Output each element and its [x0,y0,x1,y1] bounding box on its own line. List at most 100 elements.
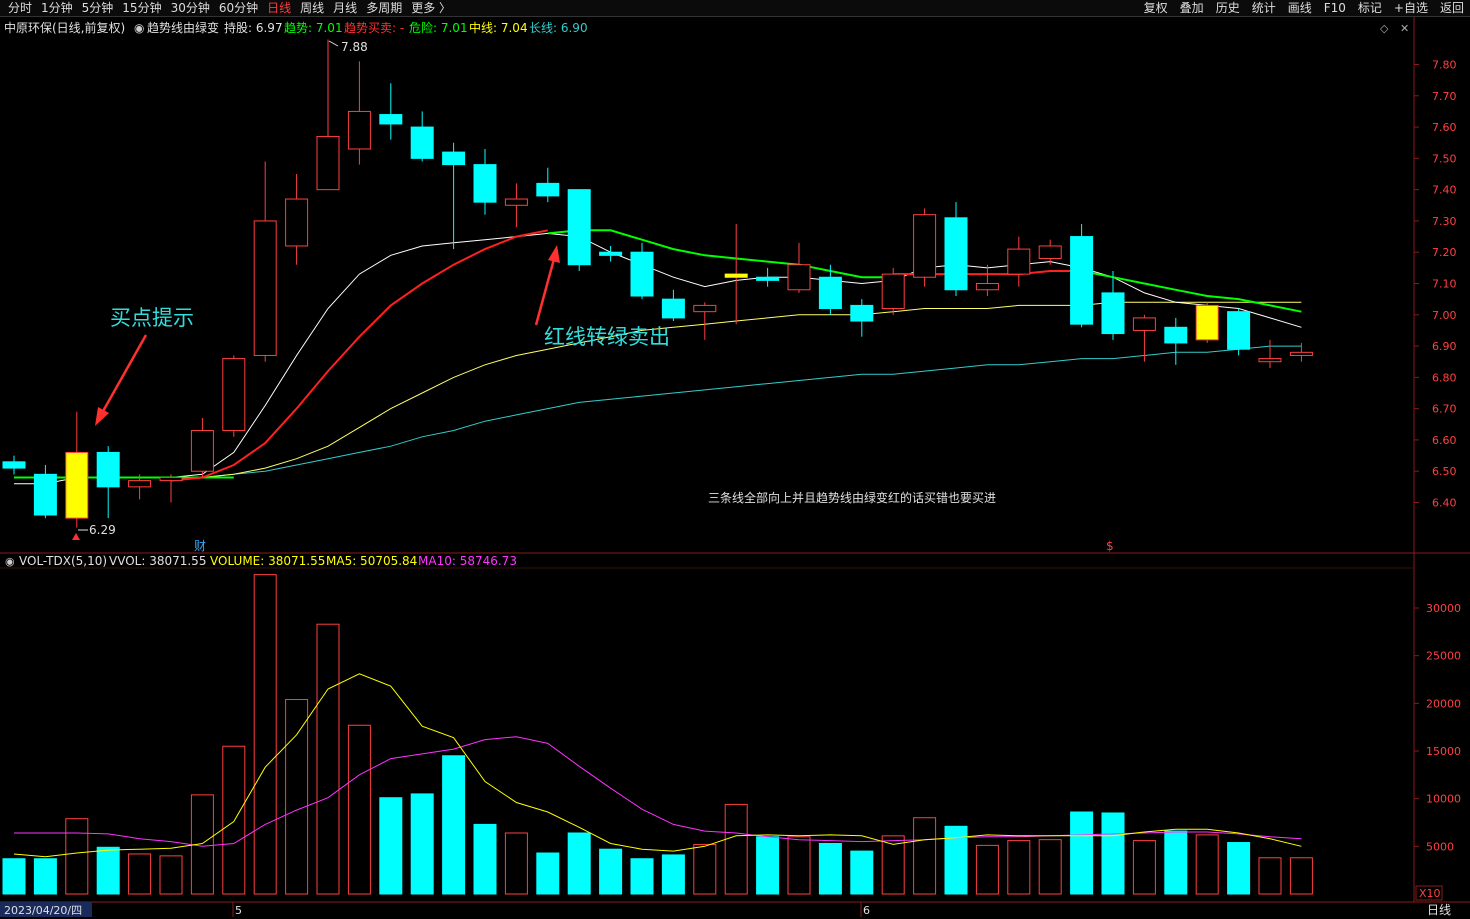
chart-frame [0,17,1470,903]
period-tab-2[interactable]: 5分钟 [82,0,114,16]
period-tab-7[interactable]: 周线 [300,0,324,16]
period-tab-6[interactable]: 日线 [267,0,291,16]
volume-bar-36 [1132,840,1156,895]
candle-body [65,451,89,519]
volume-bar-15 [473,823,497,895]
action-button-1[interactable]: 叠加 [1180,0,1204,16]
candle-7 [222,355,246,437]
period-tab-4[interactable]: 30分钟 [171,0,210,16]
volume-header: ◉ VOL-TDX(5,10) VVOL: 38071.55 VOLUME: 3… [5,554,517,568]
action-button-6[interactable]: 标记 [1358,0,1382,16]
volume-bar-41 [1289,857,1313,895]
volume-bar-13 [410,793,434,895]
candle-body [1227,311,1251,350]
period-tab-8[interactable]: 月线 [333,0,357,16]
dividend-marker[interactable]: $ [1106,539,1114,553]
volume-bar-14 [442,755,466,895]
candle-body [881,273,905,310]
action-button-0[interactable]: 复权 [1144,0,1168,16]
period-tab-10[interactable]: 更多 〉 [411,0,451,16]
candle-body [1101,292,1125,335]
candle-body [1132,317,1156,331]
volume-collapse-icon[interactable]: ◉ [5,555,15,568]
period-tab-9[interactable]: 多周期 [366,0,402,16]
volume-bar-31 [975,844,999,895]
period-tab-3[interactable]: 15分钟 [122,0,161,16]
candle-body [2,461,26,469]
volume-bar-39 [1227,842,1251,895]
candle-body [756,276,780,281]
candle-body [787,264,811,291]
candle-body [347,110,371,150]
volume-bar-16 [504,832,528,895]
candle-body [473,164,497,203]
period-tabs: 分时 1分钟 5分钟 15分钟 30分钟 60分钟 日线 周线 月线 多周期 更多 〉 [8,0,460,16]
action-button-4[interactable]: 画线 [1288,0,1312,16]
candle-body [1258,358,1282,363]
volume-bar-10 [316,623,340,895]
candle-body [379,114,403,125]
month-label-6: 6 [863,904,870,917]
volume-tick-label-1: 25000 [1426,650,1461,663]
candle-body [536,182,560,197]
candle-body [599,251,623,256]
volume-bar-27 [850,850,874,895]
price-tick-label-8: 7.00 [1432,309,1457,322]
price-tick-label-5: 7.30 [1432,215,1457,228]
volume-tick-label-3: 15000 [1426,745,1461,758]
stock-name: 中原环保(日线,前复权) [4,20,125,35]
action-button-7[interactable]: +自选 [1394,0,1428,16]
price-tick-label-0: 7.80 [1432,59,1457,72]
volume-bar-32 [1007,840,1031,895]
finance-marker[interactable]: 财 [194,539,206,553]
price-tick-label-3: 7.50 [1432,152,1457,165]
volume-bar-26 [818,842,842,895]
long-label: 长线: 6.90 [529,21,588,35]
period-tab-0[interactable]: 分时 [8,0,32,16]
action-button-8[interactable]: 返回 [1440,0,1464,16]
candle-34 [1070,224,1094,328]
buy-hint-text: 买点提示 [110,306,194,330]
price-tick-label-10: 6.80 [1432,371,1457,384]
diamond-icon[interactable]: ◇ [1380,22,1389,35]
price-tick-label-9: 6.90 [1432,340,1457,353]
close-icon[interactable]: ✕ [1400,22,1409,35]
candle-18 [567,189,591,271]
action-buttons: 复权 叠加 历史 统计 画线 F10 标记 +自选 返回 [1132,0,1464,16]
action-button-5[interactable]: F10 [1324,0,1346,16]
period-label[interactable]: 日线 [1427,903,1451,917]
volume-tick-label-4: 10000 [1426,793,1461,806]
candle-body [442,151,466,166]
period-tab-5[interactable]: 60分钟 [219,0,258,16]
action-button-3[interactable]: 统计 [1252,0,1276,16]
volume-bar-37 [1164,830,1188,895]
volume-bar-22 [693,843,717,895]
action-button-2[interactable]: 历史 [1216,0,1240,16]
price-tick-label-1: 7.70 [1432,90,1457,103]
scale-label[interactable]: X10 [1419,887,1441,900]
volume-bar-20 [630,858,654,895]
volume-tick-label-2: 20000 [1426,697,1461,710]
low-price-label: 6.29 [89,523,116,537]
vvol-label: VVOL: 38071.55 [109,554,206,568]
candle-28 [881,267,905,315]
chart-background [0,17,1470,902]
period-tab-1[interactable]: 1分钟 [41,0,73,16]
candle-body [316,135,340,191]
price-tick-label-4: 7.40 [1432,184,1457,197]
candle-38 [1195,302,1219,343]
volume-bar-19 [599,848,623,895]
collapse-icon[interactable]: ◉ [134,21,144,35]
volume-indicator-name: VOL-TDX(5,10) [19,554,107,568]
candle-body [1164,326,1188,344]
candle-body [504,198,528,206]
candle-body [975,283,999,291]
toolbar: 分时 1分钟 5分钟 15分钟 30分钟 60分钟 日线 周线 月线 多周期 更多 〉 复权 叠加 历史… [0,0,1470,17]
volume-bar-23 [724,803,748,895]
candle-body [944,217,968,291]
volume-bar-9 [285,699,309,895]
date-label: 2023/04/20/四 [4,904,82,917]
volume-bar-8 [253,574,277,895]
candle-body [253,220,277,356]
candle-body [661,298,685,319]
